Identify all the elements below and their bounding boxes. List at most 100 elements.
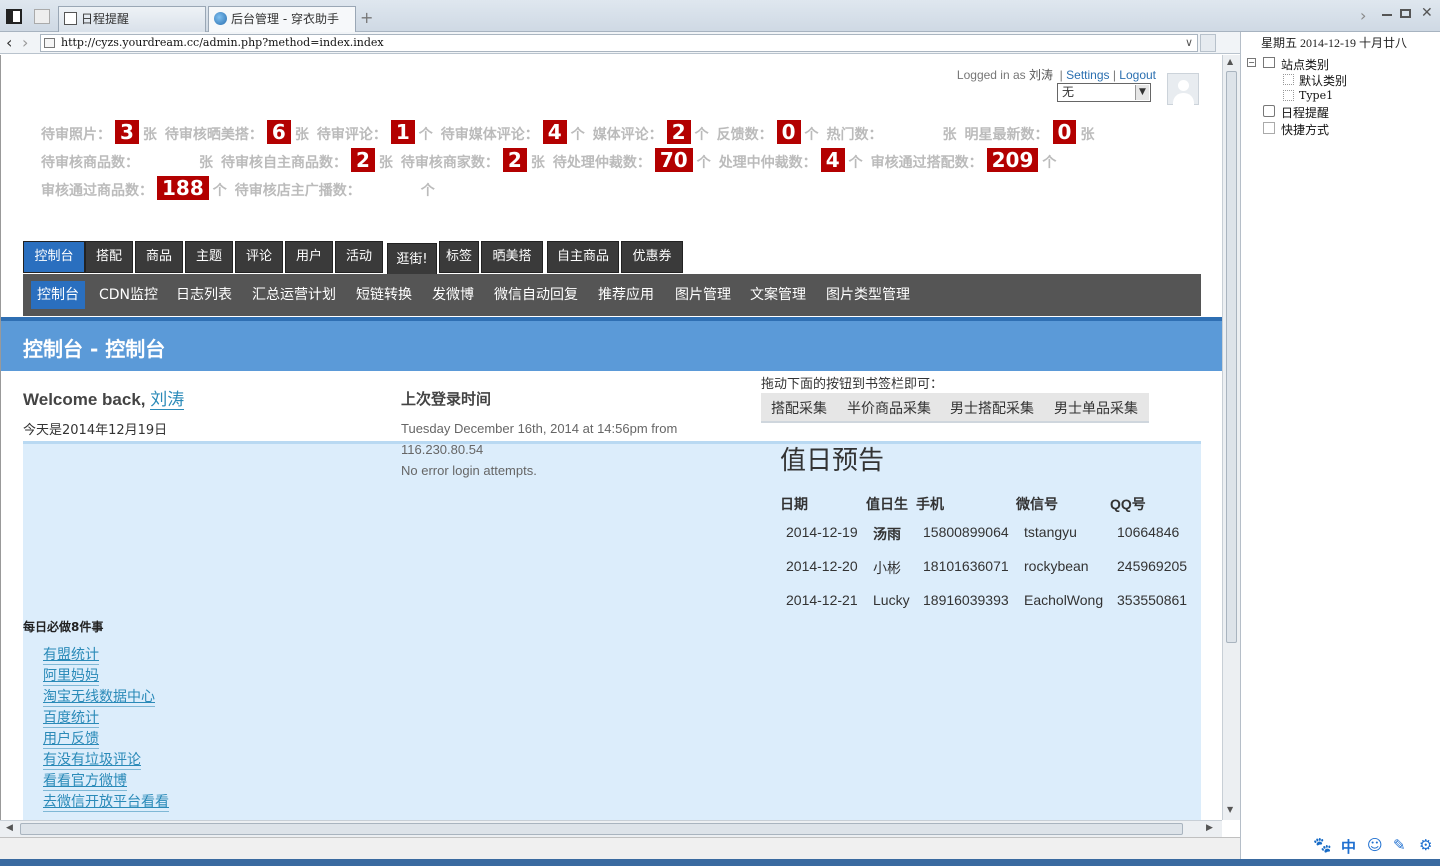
- dropdown-icon[interactable]: ∨: [1185, 35, 1193, 51]
- stat-badge[interactable]: 2: [502, 148, 527, 172]
- bookmarklet-men-outfit[interactable]: 男士搭配采集: [950, 398, 1034, 418]
- stat-badge[interactable]: 70: [654, 148, 693, 172]
- main-nav-item[interactable]: 用户: [285, 241, 333, 273]
- tab-admin[interactable]: 后台管理 - 穿衣助手: [208, 6, 356, 32]
- chevron-right-icon[interactable]: ›: [1360, 6, 1366, 25]
- sub-nav-item[interactable]: 文案管理: [744, 281, 812, 309]
- stat-label: 待审核店主广播数：: [234, 183, 361, 199]
- restore-icon[interactable]: [1400, 9, 1411, 18]
- main-nav-item[interactable]: 晒美搭: [481, 241, 543, 273]
- stat-badge[interactable]: 3: [115, 120, 139, 144]
- sub-nav-item[interactable]: 短链转换: [350, 281, 418, 309]
- stat-label: 明星最新数：: [964, 127, 1049, 143]
- sub-nav-item[interactable]: 日志列表: [170, 281, 238, 309]
- stat-badge[interactable]: 1: [390, 120, 415, 144]
- main-nav-item[interactable]: 控制台: [23, 241, 85, 273]
- duty-col-person: 值日生: [866, 496, 908, 512]
- pinned-tab-icon[interactable]: [34, 9, 50, 24]
- sub-nav-item[interactable]: 发微博: [426, 281, 480, 309]
- settings-link[interactable]: Settings: [1066, 68, 1109, 82]
- main-nav-item[interactable]: 标签: [439, 241, 479, 273]
- pen-icon[interactable]: ✎: [1393, 836, 1406, 854]
- stat-unit: 个: [804, 127, 819, 143]
- smiley-icon[interactable]: ☺: [1367, 836, 1383, 854]
- sub-nav-item[interactable]: 图片类型管理: [820, 281, 916, 309]
- main-nav-item[interactable]: 商品: [135, 241, 183, 273]
- scroll-thumb[interactable]: [20, 823, 1183, 835]
- main-nav-item[interactable]: 主题: [185, 241, 233, 273]
- site-select[interactable]: 无 ▼: [1057, 83, 1151, 102]
- daily-link-alimama[interactable]: 阿里妈妈: [43, 668, 99, 686]
- stat-badge[interactable]: 0: [1052, 120, 1077, 144]
- tree-item-shortcut[interactable]: 快捷方式: [1281, 121, 1329, 138]
- new-tab-button[interactable]: +: [360, 8, 373, 27]
- stat-badge[interactable]: 2: [666, 120, 691, 144]
- stat-badge[interactable]: 4: [820, 148, 845, 172]
- tree-item-site-category[interactable]: 站点类别: [1281, 56, 1329, 73]
- stat-badge[interactable]: 209: [986, 148, 1039, 172]
- daily-link-umeng[interactable]: 有盟统计: [43, 647, 99, 665]
- bookmarklet-outfit[interactable]: 搭配采集: [771, 398, 827, 418]
- daily-link-taobao-data[interactable]: 淘宝无线数据中心: [43, 689, 155, 707]
- sub-nav-item[interactable]: 控制台: [31, 281, 85, 309]
- scroll-thumb[interactable]: [1226, 71, 1237, 643]
- gear-icon[interactable]: ⚙: [1419, 836, 1432, 854]
- bookmarklet-men-item[interactable]: 男士单品采集: [1054, 398, 1138, 418]
- scroll-up-icon[interactable]: ▲: [1227, 57, 1233, 66]
- site-select-value: 无: [1062, 85, 1075, 99]
- tree-item-default-category[interactable]: 默认类别: [1299, 72, 1347, 89]
- sub-nav-item[interactable]: 图片管理: [669, 281, 737, 309]
- schedule-icon: [1263, 105, 1275, 117]
- stat-badge[interactable]: 4: [542, 120, 567, 144]
- sub-nav-item[interactable]: 汇总运营计划: [246, 281, 342, 309]
- scroll-right-icon[interactable]: ▶: [1206, 823, 1213, 833]
- duty-cell: rockybean: [1024, 558, 1089, 574]
- daily-link-wechat[interactable]: 去微信开放平台看看: [43, 794, 169, 812]
- item-icon: [1283, 74, 1294, 85]
- daily-link-baidu-stats[interactable]: 百度统计: [43, 710, 99, 728]
- welcome-user-link[interactable]: 刘涛: [150, 390, 185, 410]
- tree-item-schedule[interactable]: 日程提醒: [1281, 104, 1329, 121]
- pending-stats: 待审照片： 3 张待审核晒美搭： 6 张待审评论： 1 个待审媒体评论： 4 个媒体评论： 2 个反…: [41, 120, 1181, 204]
- sub-nav-item[interactable]: CDN监控: [93, 281, 164, 309]
- stat-badge[interactable]: 0: [776, 120, 801, 144]
- main-nav-item[interactable]: 逛街!: [387, 243, 437, 275]
- horizontal-scrollbar[interactable]: ◀ ▶: [0, 820, 1222, 837]
- stat-badge[interactable]: 6: [266, 120, 291, 144]
- main-nav-item[interactable]: 自主商品: [547, 241, 619, 273]
- ime-chinese-icon[interactable]: 中: [1341, 836, 1356, 857]
- tree-item-type1[interactable]: Type1: [1299, 89, 1333, 102]
- main-nav-item[interactable]: 评论: [235, 241, 283, 273]
- forward-icon[interactable]: ›: [22, 33, 28, 52]
- welcome-prefix: Welcome back,: [23, 390, 146, 409]
- sub-nav-item[interactable]: 推荐应用: [592, 281, 660, 309]
- sub-nav-item[interactable]: 微信自动回复: [488, 281, 584, 309]
- minimize-icon[interactable]: [1382, 14, 1392, 16]
- close-icon[interactable]: ✕: [1421, 5, 1433, 21]
- scroll-left-icon[interactable]: ◀: [6, 823, 13, 833]
- url-field[interactable]: http://cyzs.yourdream.cc/admin.php?metho…: [40, 34, 1198, 52]
- bookmarklet-half-price[interactable]: 半价商品采集: [847, 398, 931, 418]
- scroll-down-icon[interactable]: ▼: [1227, 805, 1233, 814]
- daily-link-weibo[interactable]: 看看官方微博: [43, 773, 127, 791]
- daily-link-feedback[interactable]: 用户反馈: [43, 731, 99, 749]
- daily-link-spam[interactable]: 有没有垃圾评论: [43, 752, 141, 770]
- go-button[interactable]: [1200, 34, 1216, 52]
- stat-badge[interactable]: 188: [157, 176, 209, 200]
- collapse-icon[interactable]: −: [1247, 58, 1256, 67]
- back-icon[interactable]: ‹: [6, 33, 12, 52]
- main-nav-item[interactable]: 搭配: [85, 241, 133, 273]
- stat-badge[interactable]: 2: [351, 148, 375, 172]
- logout-link[interactable]: Logout: [1119, 68, 1156, 82]
- bookmarklet-heading: 拖动下面的按钮到书签栏即可：: [761, 377, 944, 392]
- tab-schedule[interactable]: 日程提醒: [58, 6, 206, 32]
- stat-label: 待处理仲裁数：: [552, 155, 651, 171]
- duty-cell: 2014-12-19: [786, 524, 858, 540]
- sidebar-toggle-icon[interactable]: [6, 9, 22, 24]
- stat-unit: 个: [570, 127, 585, 143]
- paw-icon[interactable]: 🐾: [1313, 836, 1332, 854]
- avatar[interactable]: [1167, 73, 1199, 105]
- vertical-scrollbar[interactable]: ▲ ▼: [1222, 55, 1240, 820]
- main-nav-item[interactable]: 优惠券: [621, 241, 683, 273]
- main-nav-item[interactable]: 活动: [335, 241, 383, 273]
